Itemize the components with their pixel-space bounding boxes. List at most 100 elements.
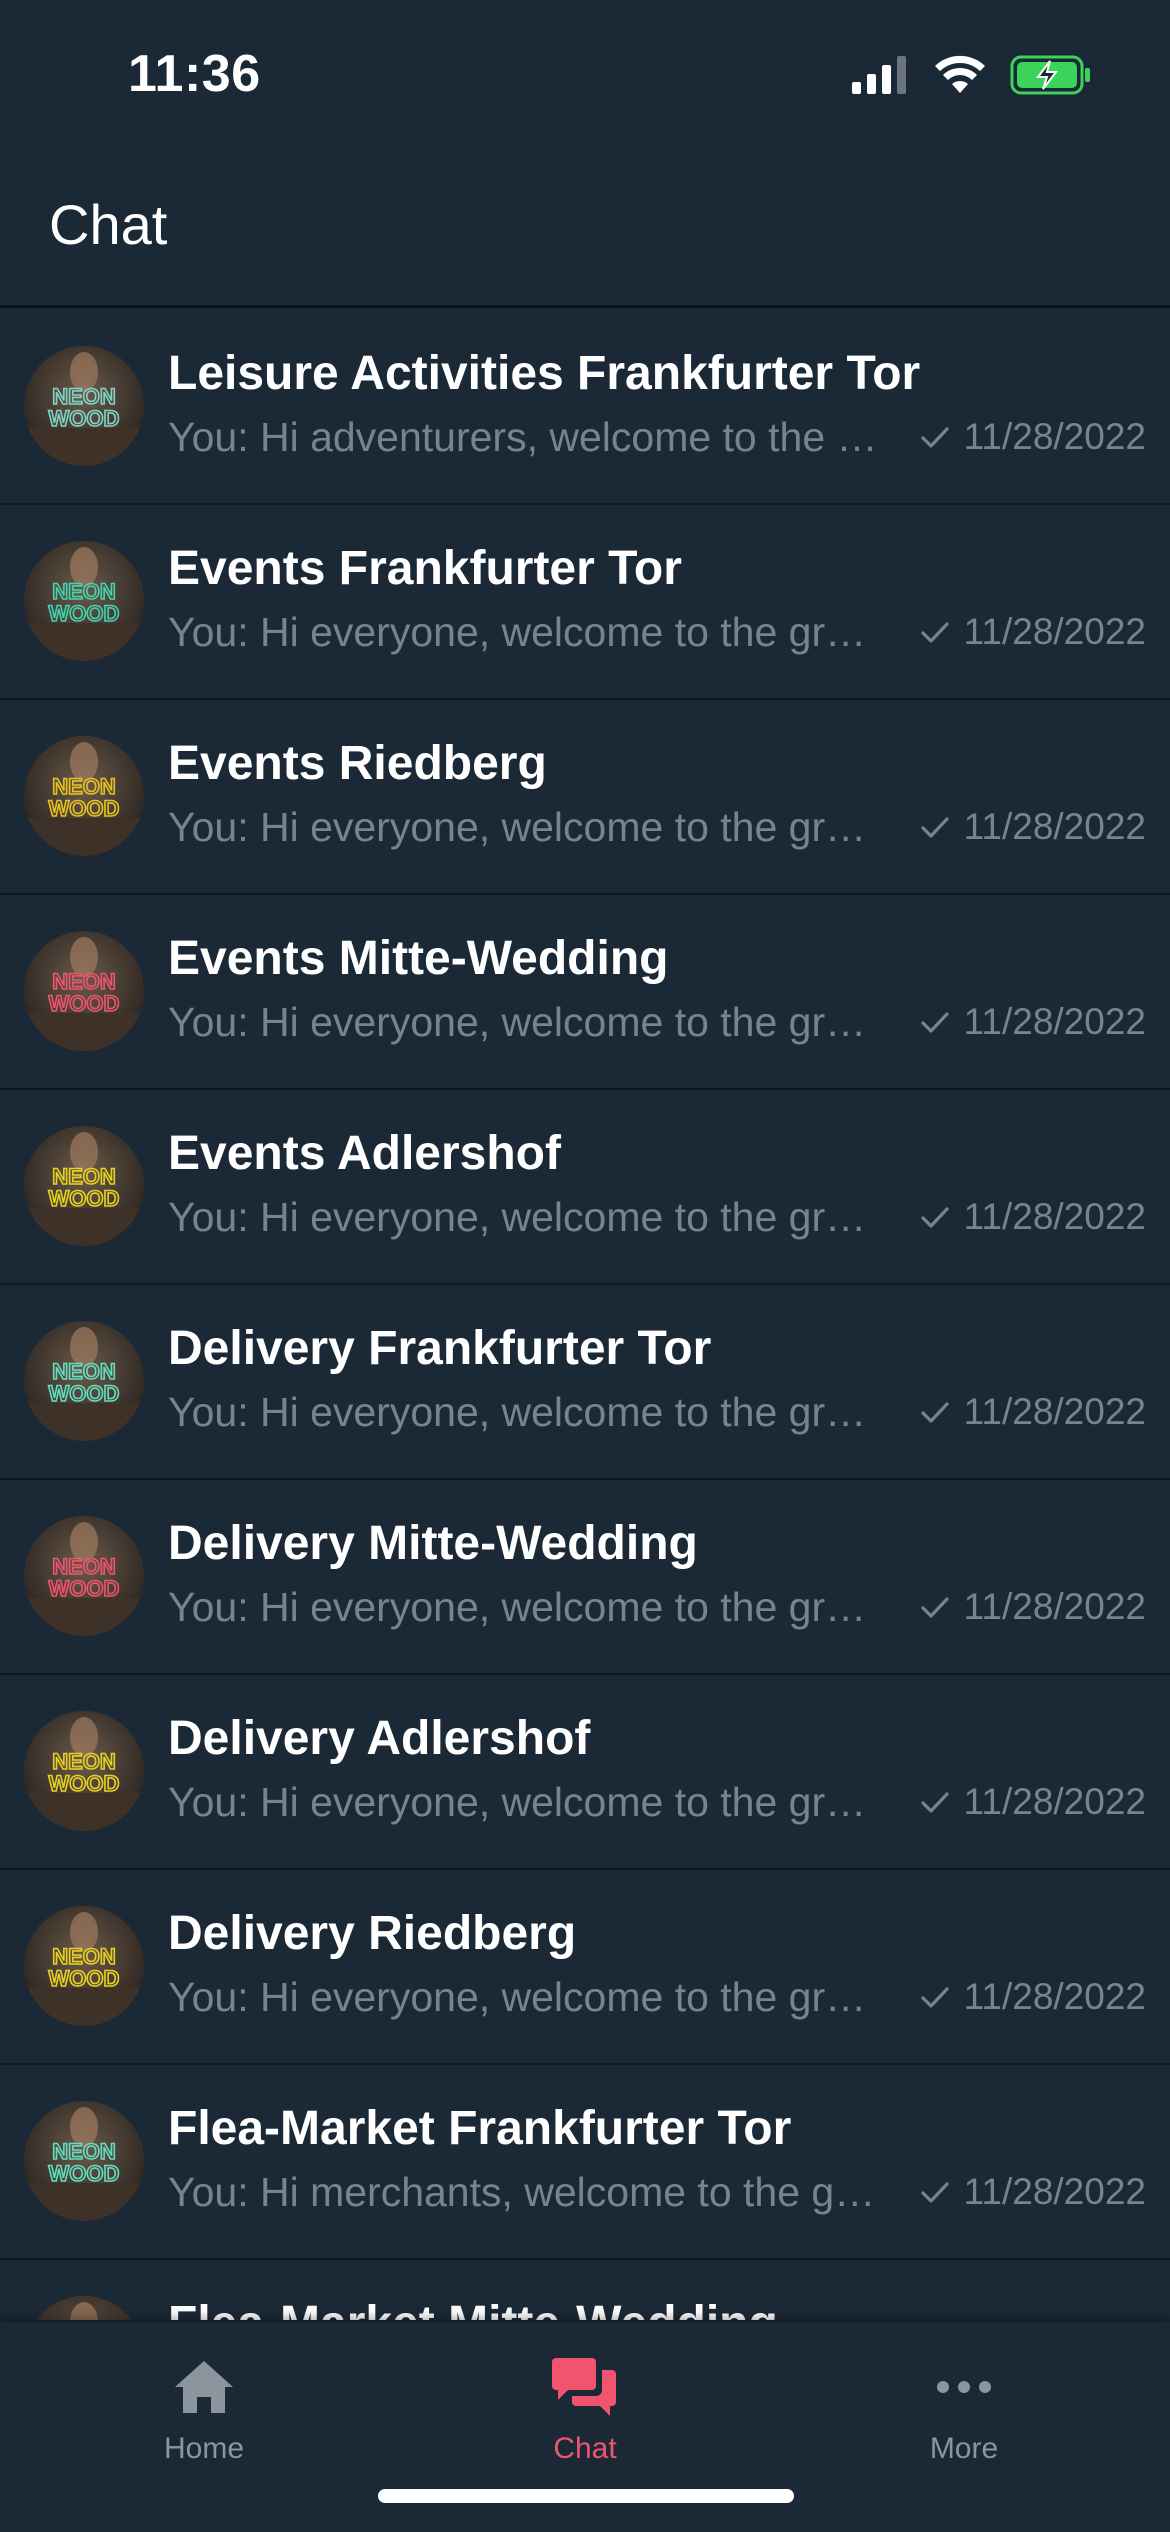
group-avatar: NEONWOOD	[24, 1321, 144, 1441]
chat-list-item[interactable]: NEON WOOD Delivery Adlershof You: Hi everyo…	[0, 1675, 1170, 1870]
status-icons	[852, 55, 1092, 100]
group-avatar: NEONWOOD	[24, 541, 144, 661]
page-title: Chat	[49, 193, 168, 256]
chat-date: 11/28/2022	[963, 611, 1146, 652]
chat-meta: 11/28/2022	[920, 611, 1146, 653]
chat-last-message: You: Hi everyone, welcome to the group	[168, 1779, 880, 1825]
chat-title: Events Adlershof	[168, 1127, 561, 1180]
chat-list-item[interactable]: NEON WOOD Events Adlershof You: Hi everyone…	[0, 1090, 1170, 1285]
chat-meta: 11/28/2022	[920, 1976, 1146, 2018]
chat-icon	[485, 2352, 685, 2422]
home-indicator	[378, 2489, 794, 2503]
chat-last-message: You: Hi everyone, welcome to the group	[168, 1584, 880, 1630]
group-avatar: NEONWOOD	[24, 1711, 144, 1831]
chat-title: Leisure Activities Frankfurter Tor	[168, 347, 921, 400]
check-icon	[920, 425, 950, 449]
chat-meta: 11/28/2022	[920, 416, 1146, 458]
svg-text:WOOD: WOOD	[49, 796, 120, 821]
more-icon	[864, 2352, 1064, 2422]
group-avatar: NEONWOOD	[24, 1126, 144, 1246]
svg-text:WOOD: WOOD	[49, 406, 120, 431]
chat-title: Delivery Mitte-Wedding	[168, 1517, 698, 1570]
group-avatar: NEONWOOD	[24, 1906, 144, 2026]
chat-date: 11/28/2022	[963, 806, 1146, 847]
chat-list-item[interactable]: NEON WOOD Events Frankfurter Tor You: Hi ev…	[0, 505, 1170, 700]
check-icon	[920, 1010, 950, 1034]
chat-title: Delivery Adlershof	[168, 1712, 591, 1765]
battery-charging-icon	[1010, 55, 1092, 100]
tab-more-label: More	[929, 2432, 999, 2465]
tab-chat-label: Chat	[553, 2432, 617, 2465]
svg-text:WOOD: WOOD	[49, 1186, 120, 1211]
group-avatar: NEONWOOD	[24, 2101, 144, 2221]
chat-list-item[interactable]: NEON WOOD Events Riedberg You: Hi everyone,…	[0, 700, 1170, 895]
chat-title: Flea-Market Frankfurter Tor	[168, 2102, 792, 2155]
chat-date: 11/28/2022	[963, 1586, 1146, 1627]
chat-date: 11/28/2022	[963, 1391, 1146, 1432]
chat-date: 11/28/2022	[963, 1196, 1146, 1237]
chat-title: Events Riedberg	[168, 737, 547, 790]
svg-text:WOOD: WOOD	[49, 1381, 120, 1406]
tab-home-label: Home	[163, 2432, 245, 2465]
check-icon	[920, 1595, 950, 1619]
chat-meta: 11/28/2022	[920, 2171, 1146, 2213]
chat-title: Events Mitte-Wedding	[168, 932, 669, 985]
home-icon	[104, 2352, 304, 2422]
chat-list[interactable]: NEON WOOD Leisure Activities Frankfurter T…	[0, 310, 1170, 2320]
chat-date: 11/28/2022	[963, 416, 1146, 457]
chat-list-item[interactable]: NEONWOOD Flea-Market Mitte-Wedding	[0, 2260, 1170, 2320]
chat-list-item[interactable]: NEON WOOD Events Mitte-Wedding You: Hi ever…	[0, 895, 1170, 1090]
chat-meta: 11/28/2022	[920, 1196, 1146, 1238]
group-avatar: NEONWOOD	[24, 2296, 144, 2320]
svg-text:WOOD: WOOD	[49, 1771, 120, 1796]
svg-text:WOOD: WOOD	[49, 1576, 120, 1601]
check-icon	[920, 1985, 950, 2009]
chat-list-item[interactable]: NEON WOOD Delivery Mitte-Wedding You: Hi ev…	[0, 1480, 1170, 1675]
group-avatar: NEONWOOD	[24, 736, 144, 856]
chat-last-message: You: Hi everyone, welcome to the group	[168, 609, 880, 655]
svg-text:WOOD: WOOD	[49, 2161, 120, 2186]
chat-list-item[interactable]: NEON WOOD Delivery Riedberg You: Hi everyon…	[0, 1870, 1170, 2065]
svg-text:WOOD: WOOD	[49, 991, 120, 1016]
chat-meta: 11/28/2022	[920, 806, 1146, 848]
chat-last-message: You: Hi everyone, welcome to the group	[168, 1389, 880, 1435]
chat-last-message: You: Hi adventurers, welcome to the grou…	[168, 414, 880, 460]
tab-chat[interactable]: Chat	[485, 2352, 685, 2466]
chat-last-message: You: Hi everyone, welcome to the group	[168, 999, 880, 1045]
header: Chat	[0, 150, 1170, 308]
group-avatar: NEONWOOD	[24, 346, 144, 466]
tab-more[interactable]: More	[864, 2352, 1064, 2466]
chat-meta: 11/28/2022	[920, 1391, 1146, 1433]
chat-title: Flea-Market Mitte-Wedding	[168, 2296, 778, 2320]
chat-title: Delivery Frankfurter Tor	[168, 1322, 712, 1375]
status-time: 11:36	[128, 45, 261, 103]
chat-date: 11/28/2022	[963, 1976, 1146, 2017]
chat-meta: 11/28/2022	[920, 1781, 1146, 1823]
check-icon	[920, 2180, 950, 2204]
svg-text:WOOD: WOOD	[49, 601, 120, 626]
tab-home[interactable]: Home	[104, 2352, 304, 2466]
group-avatar: NEONWOOD	[24, 1516, 144, 1636]
check-icon	[920, 1790, 950, 1814]
chat-last-message: You: Hi everyone, welcome to the group	[168, 1194, 880, 1240]
chat-meta: 11/28/2022	[920, 1586, 1146, 1628]
chat-list-item[interactable]: NEON WOOD Flea-Market Frankfurter Tor You: …	[0, 2065, 1170, 2260]
chat-title: Delivery Riedberg	[168, 1907, 577, 1960]
check-icon	[920, 815, 950, 839]
check-icon	[920, 1400, 950, 1424]
cellular-signal-icon	[852, 56, 910, 99]
check-icon	[920, 620, 950, 644]
chat-meta: 11/28/2022	[920, 1001, 1146, 1043]
chat-list-item[interactable]: NEON WOOD Delivery Frankfurter Tor You: Hi …	[0, 1285, 1170, 1480]
chat-last-message: You: Hi everyone, welcome to the group	[168, 804, 880, 850]
group-avatar: NEONWOOD	[24, 931, 144, 1051]
chat-screen: 11:36 Chat NEON WOOD Leisure Activities …	[0, 0, 1170, 2532]
status-bar: 11:36	[0, 0, 1170, 150]
check-icon	[920, 1205, 950, 1229]
chat-date: 11/28/2022	[963, 1781, 1146, 1822]
chat-date: 11/28/2022	[963, 2171, 1146, 2212]
chat-date: 11/28/2022	[963, 1001, 1146, 1042]
chat-list-item[interactable]: NEON WOOD Leisure Activities Frankfurter T…	[0, 310, 1170, 505]
chat-title: Events Frankfurter Tor	[168, 542, 682, 595]
wifi-icon	[934, 55, 986, 100]
